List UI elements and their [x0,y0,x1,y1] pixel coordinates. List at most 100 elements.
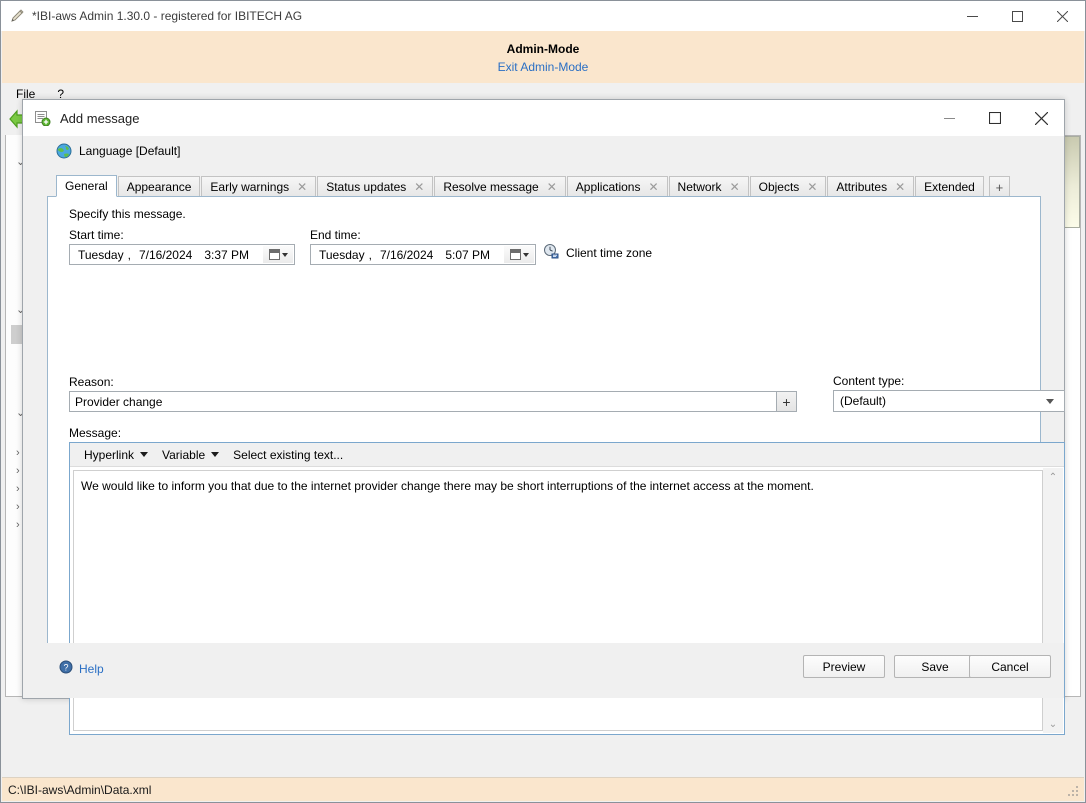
tab-applications[interactable]: Applications ✕ [567,176,668,197]
nav-chevron-icon-5[interactable]: › [16,465,20,477]
calendar-icon [269,249,280,260]
scroll-up-icon[interactable]: ⌃ [1043,468,1063,486]
cancel-button[interactable]: Cancel [969,655,1051,678]
hyperlink-dropdown[interactable]: Hyperlink [78,446,154,464]
message-editor-toolbar: Hyperlink Variable Select existing text.… [70,443,1064,467]
add-message-dialog: Add message Language [Default] G [22,99,1065,699]
client-time-zone-label: Client time zone [566,246,652,260]
tab-close-icon[interactable]: ✕ [297,181,307,193]
tab-page-general: Specify this message. Start time: Tuesda… [47,196,1041,644]
tab-appearance[interactable]: Appearance [118,176,201,197]
tab-close-icon[interactable]: ✕ [895,181,905,193]
select-existing-text-button[interactable]: Select existing text... [227,446,349,464]
tab-label: Extended [924,180,975,194]
start-time-date: 7/16/2024 [135,248,196,262]
language-label: Language [Default] [79,144,180,158]
tab-objects[interactable]: Objects ✕ [750,176,827,197]
nav-chevron-icon-8[interactable]: › [16,519,20,531]
start-time-weekday: Tuesday [78,248,128,262]
main-titlebar: *IBI-aws Admin 1.30.0 - registered for I… [1,1,1085,31]
language-row: Language [Default] [23,136,1064,166]
clock-globe-icon [543,243,559,262]
tab-close-icon[interactable]: ✕ [807,181,817,193]
end-time-weekday: Tuesday [319,248,369,262]
end-time-input[interactable]: Tuesday , 7/16/2024 5:07 PM [310,244,536,265]
tab-label: Attributes [836,180,887,194]
end-time-label: End time: [310,228,361,242]
dialog-footer: ? Help Preview Save Cancel [23,643,1064,698]
tab-early-warnings[interactable]: Early warnings ✕ [201,176,316,197]
nav-chevron-icon-4[interactable]: › [16,447,20,459]
tab-network[interactable]: Network ✕ [669,176,749,197]
client-time-zone[interactable]: Client time zone [543,243,652,262]
exit-admin-mode-link[interactable]: Exit Admin-Mode [2,56,1084,74]
tab-general[interactable]: General [56,175,117,197]
tab-label: Network [678,180,722,194]
tabstrip: General Appearance Early warnings ✕ Stat… [56,175,1010,197]
dialog-maximize-button[interactable] [972,100,1018,136]
variable-dropdown[interactable]: Variable [156,446,225,464]
variable-label: Variable [162,448,205,462]
calendar-icon [510,249,521,260]
tab-label: Resolve message [443,180,538,194]
tab-close-icon[interactable]: ✕ [730,181,740,193]
reason-input[interactable]: Provider change [69,391,777,412]
end-time-separator: , [369,248,376,262]
start-time-label: Start time: [69,228,124,242]
reason-add-button[interactable]: + [776,391,797,412]
hyperlink-label: Hyperlink [84,448,134,462]
nav-chevron-icon-7[interactable]: › [16,501,20,513]
tab-status-updates[interactable]: Status updates ✕ [317,176,433,197]
tab-label: Early warnings [210,180,289,194]
tab-label: Status updates [326,180,406,194]
tab-close-icon[interactable]: ✕ [648,181,658,193]
dialog-close-button[interactable] [1018,100,1064,136]
start-time-input[interactable]: Tuesday , 7/16/2024 3:37 PM [69,244,295,265]
message-label: Message: [69,426,121,440]
preview-button[interactable]: Preview [803,655,885,678]
chevron-down-icon [523,253,529,257]
add-tab-button[interactable]: + [989,176,1010,197]
statusbar-path: C:\IBI-aws\Admin\Data.xml [8,783,151,797]
select-existing-text-label: Select existing text... [233,448,343,462]
content-type-select[interactable]: (Default) [833,390,1065,412]
chevron-down-icon [282,253,288,257]
chevron-down-icon [211,452,219,457]
close-button[interactable] [1040,1,1085,31]
pen-nib-icon [9,8,25,24]
end-time-dropdown-button[interactable] [504,246,534,263]
start-time-separator: , [128,248,135,262]
tab-attributes[interactable]: Attributes ✕ [827,176,914,197]
maximize-button[interactable] [995,1,1040,31]
reason-field-group: Provider change + [69,391,797,412]
instruction-text: Specify this message. [69,207,186,221]
save-button[interactable]: Save [894,655,976,678]
nav-chevron-icon-6[interactable]: › [16,483,20,495]
dialog-titlebar: Add message [23,100,1064,136]
end-time-date: 7/16/2024 [376,248,437,262]
chevron-down-icon [1046,399,1054,404]
scroll-down-icon[interactable]: ⌄ [1043,715,1063,733]
main-window-controls [950,1,1085,31]
tab-close-icon[interactable]: ✕ [414,181,424,193]
help-link[interactable]: ? Help [59,660,104,677]
tab-label: Objects [759,180,800,194]
tab-label: Appearance [127,180,192,194]
add-message-icon [34,110,51,126]
statusbar: C:\IBI-aws\Admin\Data.xml [2,777,1084,801]
chevron-down-icon [140,452,148,457]
admin-mode-banner: Admin-Mode Exit Admin-Mode [2,31,1084,83]
dialog-minimize-button[interactable] [926,100,972,136]
help-icon: ? [59,660,73,677]
tab-resolve-message[interactable]: Resolve message ✕ [434,176,565,197]
main-title-text: *IBI-aws Admin 1.30.0 - registered for I… [32,9,302,23]
admin-mode-title: Admin-Mode [2,31,1084,56]
svg-text:?: ? [63,663,68,673]
resize-grip-icon[interactable] [1066,784,1080,798]
dialog-window-controls [926,100,1064,136]
reason-label: Reason: [69,375,114,389]
tab-close-icon[interactable]: ✕ [547,181,557,193]
minimize-button[interactable] [950,1,995,31]
start-time-dropdown-button[interactable] [263,246,293,263]
tab-extended[interactable]: Extended [915,176,984,197]
